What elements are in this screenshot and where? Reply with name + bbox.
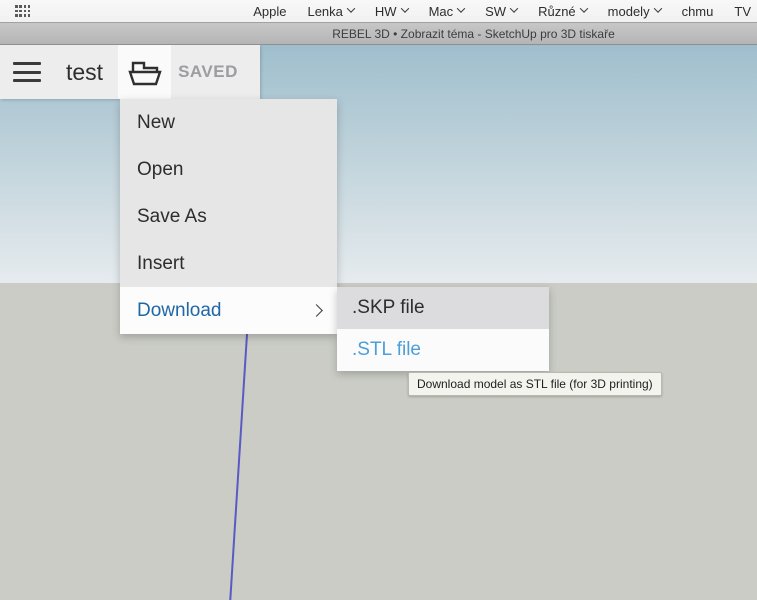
favorite-modely[interactable]: modely <box>608 4 661 19</box>
submenu-item-label: .STL file <box>352 339 421 361</box>
menu-item-label: Insert <box>137 253 185 275</box>
favorites-items: Apple Lenka HW Mac SW Různé modely chmu … <box>253 4 751 19</box>
favorite-ruzne[interactable]: Různé <box>538 4 587 19</box>
chevron-down-icon <box>579 4 587 12</box>
favorite-label: chmu <box>682 4 714 19</box>
favorite-label: SW <box>485 4 506 19</box>
download-submenu: .SKP file .STL file <box>337 287 549 371</box>
favorite-tv[interactable]: TV <box>734 4 751 19</box>
chevron-down-icon <box>653 4 661 12</box>
chevron-down-icon <box>347 4 355 12</box>
file-menu-button[interactable] <box>118 45 171 99</box>
hamburger-menu-icon[interactable] <box>13 62 41 82</box>
chevron-down-icon <box>510 4 518 12</box>
file-menu-dropdown: New Open Save As Insert Download <box>120 99 337 334</box>
favorite-lenka[interactable]: Lenka <box>307 4 353 19</box>
submenu-item-stl-file[interactable]: .STL file <box>337 329 549 371</box>
favorite-chmu[interactable]: chmu <box>682 4 714 19</box>
submenu-item-label: .SKP file <box>352 297 425 319</box>
favorite-label: modely <box>608 4 650 19</box>
model-name: test <box>66 59 103 86</box>
favorite-mac[interactable]: Mac <box>429 4 465 19</box>
browser-favorites-bar: Apple Lenka HW Mac SW Různé modely chmu … <box>0 0 757 22</box>
menu-item-label: New <box>137 112 175 134</box>
stl-download-tooltip: Download model as STL file (for 3D print… <box>408 372 662 396</box>
menu-item-open[interactable]: Open <box>120 146 337 193</box>
menu-item-label: Save As <box>137 206 207 228</box>
app-header: test SAVED <box>0 45 260 99</box>
chevron-right-icon <box>310 304 323 317</box>
menu-item-insert[interactable]: Insert <box>120 240 337 287</box>
chevron-down-icon <box>457 4 465 12</box>
favorite-apple[interactable]: Apple <box>253 4 286 19</box>
menu-item-save-as[interactable]: Save As <box>120 193 337 240</box>
chevron-down-icon <box>400 4 408 12</box>
menu-item-label: Open <box>137 159 183 181</box>
bookmarks-grid-icon[interactable] <box>15 5 30 16</box>
favorite-label: Mac <box>429 4 454 19</box>
favorite-label: Apple <box>253 4 286 19</box>
save-status-badge: SAVED <box>178 62 238 82</box>
folder-icon <box>126 57 164 87</box>
menu-item-download[interactable]: Download <box>120 287 337 334</box>
favorite-label: Různé <box>538 4 576 19</box>
favorite-sw[interactable]: SW <box>485 4 517 19</box>
favorite-label: TV <box>734 4 751 19</box>
modeling-viewport[interactable]: test SAVED New Open Save As Insert Downl… <box>0 45 757 600</box>
favorite-label: HW <box>375 4 397 19</box>
favorite-hw[interactable]: HW <box>375 4 408 19</box>
menu-item-label: Download <box>137 300 222 322</box>
favorite-label: Lenka <box>307 4 342 19</box>
menu-item-new[interactable]: New <box>120 99 337 146</box>
browser-tab-bar[interactable]: REBEL 3D • Zobrazit téma - SketchUp pro … <box>0 22 757 45</box>
tab-title: REBEL 3D • Zobrazit téma - SketchUp pro … <box>332 27 615 41</box>
submenu-item-skp-file[interactable]: .SKP file <box>337 287 549 329</box>
